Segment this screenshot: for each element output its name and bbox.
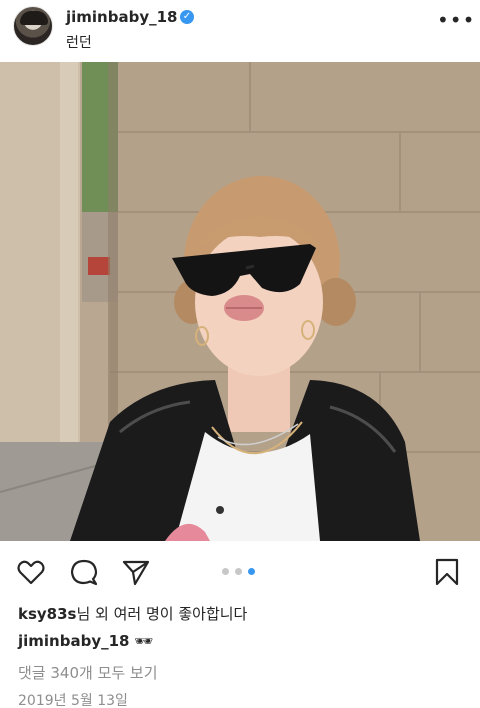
verified-badge-icon: ✓: [180, 10, 194, 24]
username-link[interactable]: jiminbaby_18: [66, 8, 177, 26]
carousel-dot: [222, 568, 229, 575]
avatar-hair: [20, 11, 48, 25]
caption-sunglasses-icon: 🕶: [134, 632, 154, 650]
caption: jiminbaby_18 🕶: [18, 632, 153, 650]
carousel-indicator: [222, 568, 262, 576]
heart-icon[interactable]: [16, 557, 46, 587]
bookmark-icon[interactable]: [432, 557, 462, 587]
post-photo[interactable]: [0, 62, 480, 541]
action-bar: [0, 545, 480, 595]
post-timestamp: 2019년 5월 13일: [18, 693, 128, 708]
carousel-dot-active: [248, 568, 255, 575]
paper-plane-icon[interactable]: [121, 557, 151, 587]
liker-username[interactable]: ksy83s: [18, 605, 76, 623]
caption-username[interactable]: jiminbaby_18: [18, 632, 129, 650]
location-link[interactable]: 런던: [66, 32, 92, 52]
photo-illustration: [0, 62, 480, 541]
avatar[interactable]: [13, 6, 53, 46]
post-header: jiminbaby_18 ✓ 런던 •••: [0, 0, 480, 62]
view-all-comments-link[interactable]: 댓글 340개 모두 보기: [18, 662, 158, 683]
likes-summary[interactable]: ksy83s님 외 여러 명이 좋아합니다: [18, 603, 247, 624]
likes-text: 님 외 여러 명이 좋아합니다: [76, 605, 248, 623]
carousel-dot: [235, 568, 242, 575]
comment-bubble-icon[interactable]: [69, 557, 99, 587]
more-options-icon[interactable]: •••: [437, 10, 474, 30]
